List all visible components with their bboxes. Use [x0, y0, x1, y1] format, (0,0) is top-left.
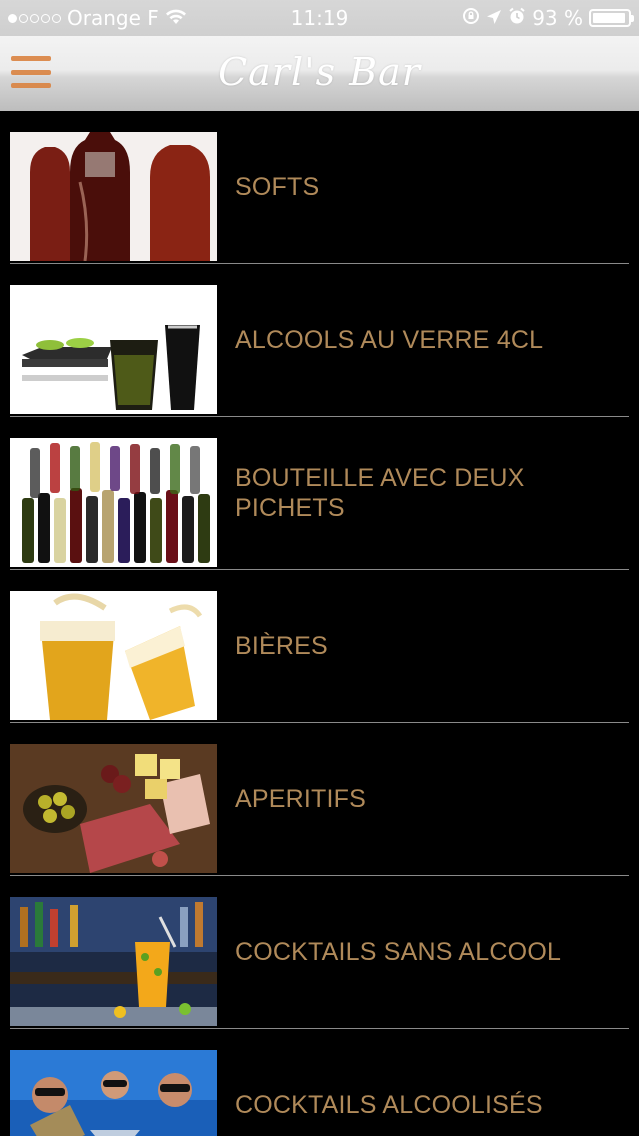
status-right: 93 %: [462, 6, 634, 30]
softs-image: [10, 132, 217, 261]
category-label: ALCOOLS AU VERRE 4CL: [235, 326, 544, 354]
category-item-aperitifs[interactable]: APERITIFS: [10, 723, 629, 876]
rotation-lock-icon: [462, 6, 480, 30]
category-item-cocktails-alcoolises[interactable]: COCKTAILS ALCOOLISÉS: [10, 1029, 629, 1136]
category-item-softs[interactable]: SOFTS: [10, 111, 629, 264]
category-item-bouteille-deux-pichets[interactable]: BOUTEILLE AVEC DEUX PICHETS: [10, 417, 629, 570]
category-label: SOFTS: [235, 173, 320, 201]
carrier-name: Orange F: [67, 6, 159, 30]
status-left: Orange F: [8, 6, 187, 30]
app-title: Carl's Bar: [218, 50, 421, 94]
category-item-cocktails-sans-alcool[interactable]: COCKTAILS SANS ALCOOL: [10, 876, 629, 1029]
category-label: APERITIFS: [235, 785, 366, 813]
alcools-image: [10, 285, 217, 414]
category-item-alcools-au-verre[interactable]: ALCOOLS AU VERRE 4CL: [10, 264, 629, 417]
location-arrow-icon: [486, 6, 502, 30]
category-label: COCKTAILS SANS ALCOOL: [235, 938, 562, 966]
category-list: SOFTS ALCOOLS AU VERRE 4CL BOUTEILLE AVE…: [0, 111, 639, 1136]
bouteilles-image: [10, 438, 217, 567]
cocktails-sans-alcool-image: [10, 897, 217, 1026]
navigation-bar: Carl's Bar: [0, 36, 639, 111]
alarm-icon: [508, 6, 526, 30]
bieres-image: [10, 591, 217, 720]
category-label: BOUTEILLE AVEC DEUX PICHETS: [235, 464, 525, 522]
category-label: BIÈRES: [235, 632, 328, 660]
signal-icon: [8, 13, 61, 23]
category-item-bieres[interactable]: BIÈRES: [10, 570, 629, 723]
aperitifs-image: [10, 744, 217, 873]
wifi-icon: [165, 6, 187, 30]
status-bar: Orange F 11:19 93 %: [0, 0, 639, 36]
cocktails-alcoolises-image: [10, 1050, 217, 1136]
category-label: COCKTAILS ALCOOLISÉS: [235, 1091, 543, 1119]
battery-icon: [589, 9, 634, 27]
battery-percent: 93 %: [532, 6, 583, 30]
